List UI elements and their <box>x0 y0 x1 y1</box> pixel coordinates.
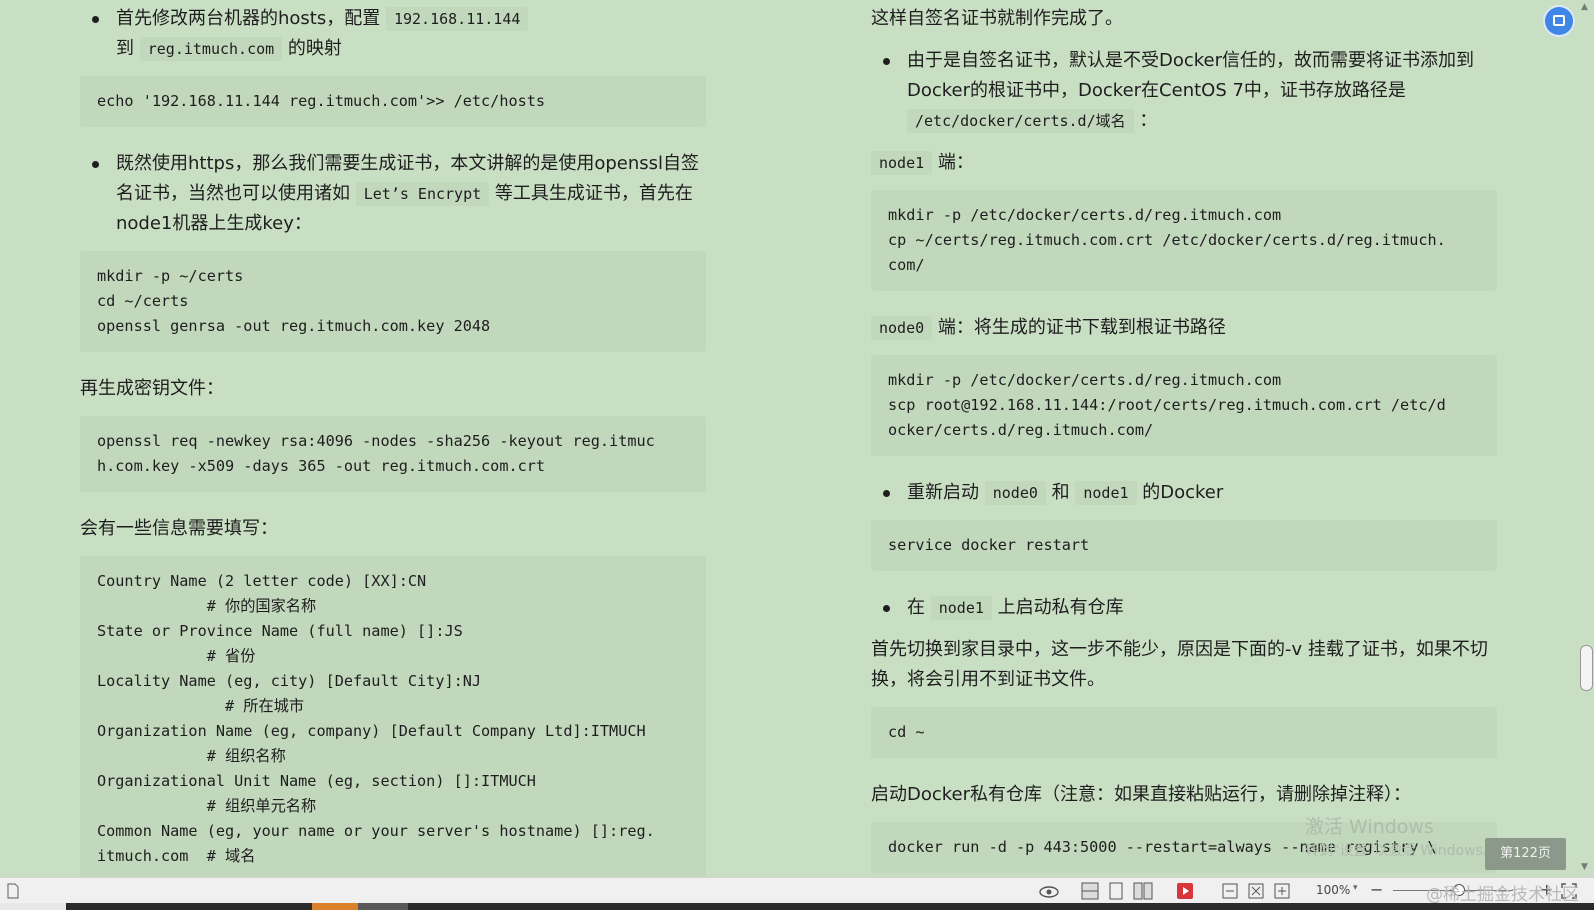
text: 首先修改两台机器的hosts，配置 <box>116 8 381 29</box>
bullet-dot <box>92 16 99 23</box>
code-block-cert-info: Country Name (2 letter code) [XX]:CN # 你… <box>80 556 706 877</box>
bullet-dot <box>92 161 99 168</box>
text: 端：将生成的证书下载到根证书路径 <box>937 317 1226 338</box>
inline-code: node1 <box>871 151 933 175</box>
inline-code: node0 <box>984 481 1046 505</box>
list-item: 首先修改两台机器的hosts，配置 192.168.11.144 到 reg.i… <box>80 4 586 64</box>
text: 端： <box>937 152 974 173</box>
paragraph: 会有一些信息需要填写： <box>80 518 278 539</box>
taskbar-segment <box>358 903 408 910</box>
zoom-out-icon[interactable]: − <box>1370 880 1383 899</box>
taskbar-strip <box>0 903 1594 910</box>
zoom-dropdown-icon[interactable]: ▾ <box>1353 883 1358 893</box>
paragraph: 首先切换到家目录中，这一步不能少，原因是下面的-v 挂载了证书，如果不切换，将会… <box>871 639 1488 690</box>
two-page-icon[interactable] <box>1132 882 1154 900</box>
list-item: 既然使用https，那么我们需要生成证书，本文讲解的是使用openssl自签名证… <box>80 149 706 239</box>
document-icon[interactable] <box>6 882 20 900</box>
text: 的Docker <box>1142 482 1224 503</box>
text: ： <box>1139 110 1158 131</box>
inline-code: 192.168.11.144 <box>385 7 529 31</box>
scroll-up-icon[interactable]: ▲ <box>1581 2 1588 12</box>
code-block-node1-cert: mkdir -p /etc/docker/certs.d/reg.itmuch.… <box>871 190 1497 291</box>
page-number-badge: 第122页 <box>1485 838 1566 870</box>
code-block-node0-cert: mkdir -p /etc/docker/certs.d/reg.itmuch.… <box>871 355 1497 456</box>
left-column: 首先修改两台机器的hosts，配置 192.168.11.144 到 reg.i… <box>80 0 706 877</box>
inline-code: node0 <box>871 316 933 340</box>
continuous-layout-icon[interactable] <box>1080 882 1100 900</box>
activate-windows-subtitle: 转到"设置"以激活 Windows。 <box>1305 843 1497 859</box>
fit-page-icon[interactable] <box>1247 882 1265 900</box>
right-column: 这样自签名证书就制作完成了。 由于是自签名证书，默认是不受Docker信任的，故… <box>871 0 1497 873</box>
taskbar-segment <box>0 903 66 910</box>
scroll-down-icon[interactable]: ▼ <box>1581 862 1588 872</box>
code-block-cd: cd ~ <box>871 707 1497 758</box>
list-item: 由于是自签名证书，默认是不受Docker信任的，故而需要将证书添加到Docker… <box>871 46 1497 136</box>
vertical-scrollbar[interactable]: ▲ ▼ <box>1576 0 1594 877</box>
paragraph: node0 端：将生成的证书下载到根证书路径 <box>871 313 1497 343</box>
play-icon[interactable] <box>1176 882 1194 900</box>
inline-code: reg.itmuch.com <box>139 37 283 61</box>
status-bar: 100% ▾ − + <box>0 877 1594 904</box>
code-block-req: openssl req -newkey rsa:4096 -nodes -sha… <box>80 416 706 492</box>
zoom-level[interactable]: 100% <box>1316 883 1350 897</box>
text: 由于是自签名证书，默认是不受Docker信任的，故而需要将证书添加到Docker… <box>907 50 1475 101</box>
paragraph: node1 端： <box>871 148 1497 178</box>
text: 上启动私有仓库 <box>997 597 1124 618</box>
fit-width-icon[interactable] <box>1221 882 1239 900</box>
text: 重新启动 <box>907 482 979 503</box>
floating-tool-button[interactable] <box>1545 7 1573 35</box>
text: 到 <box>116 38 134 59</box>
inline-code: /etc/docker/certs.d/域名 <box>907 109 1134 133</box>
code-block-genrsa: mkdir -p ~/certs cd ~/certs openssl genr… <box>80 251 706 352</box>
eye-icon[interactable] <box>1037 882 1061 900</box>
actual-size-icon[interactable] <box>1273 882 1291 900</box>
bullet-dot <box>883 490 890 497</box>
activate-windows-title: 激活 Windows <box>1305 816 1434 838</box>
bullet-dot <box>883 605 890 612</box>
inline-code: node1 <box>1075 481 1137 505</box>
list-item: 在 node1 上启动私有仓库 <box>871 593 1497 623</box>
document-page: 首先修改两台机器的hosts，配置 192.168.11.144 到 reg.i… <box>0 0 1594 877</box>
code-block-hosts: echo '192.168.11.144 reg.itmuch.com'>> /… <box>80 76 706 127</box>
code-block-restart: service docker restart <box>871 520 1497 571</box>
list-item: 重新启动 node0 和 node1 的Docker <box>871 478 1497 508</box>
text: 在 <box>907 597 925 618</box>
site-watermark: @稀土掘金技术社区 <box>1426 885 1579 905</box>
single-page-icon[interactable] <box>1107 882 1125 900</box>
inline-code: node1 <box>930 596 992 620</box>
paragraph: 启动Docker私有仓库（注意：如果直接粘贴运行，请删除掉注释）： <box>871 784 1412 805</box>
scrollbar-thumb[interactable] <box>1580 645 1593 691</box>
bullet-dot <box>883 58 890 65</box>
taskbar-segment <box>312 903 358 910</box>
text: 的映射 <box>287 38 342 59</box>
paragraph: 这样自签名证书就制作完成了。 <box>871 8 1123 29</box>
text: 和 <box>1051 482 1070 503</box>
inline-code: Let’s Encrypt <box>355 182 490 206</box>
paragraph: 再生成密钥文件： <box>80 378 224 399</box>
